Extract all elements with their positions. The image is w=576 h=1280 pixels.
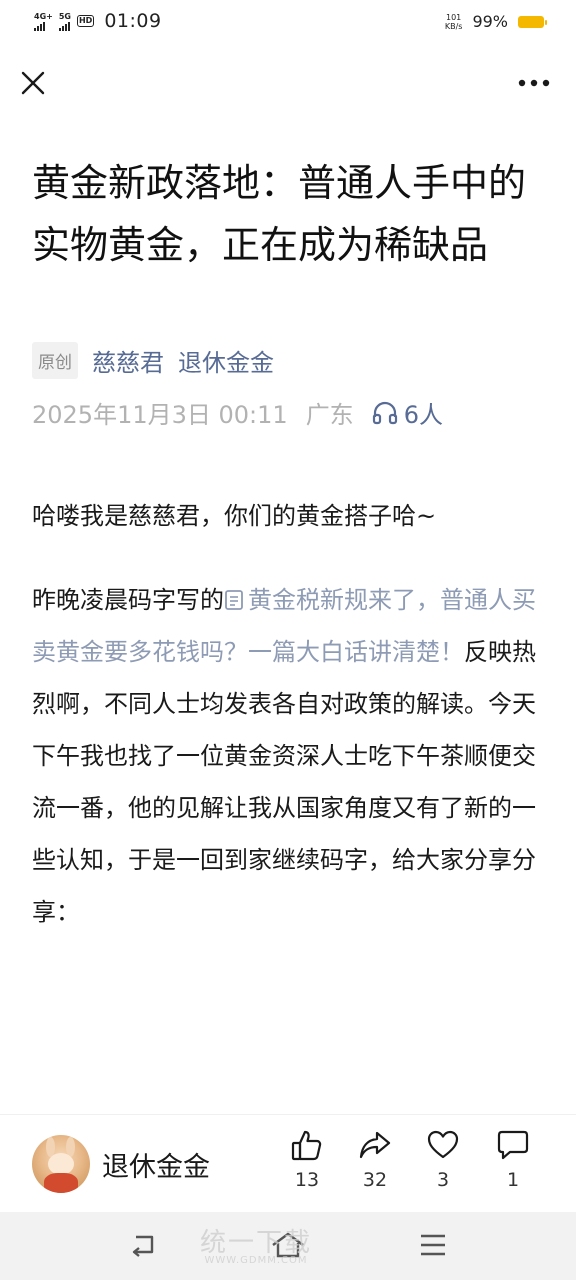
original-tag: 原创	[32, 342, 78, 379]
menu-icon	[421, 1234, 445, 1256]
share-arrow-icon	[359, 1131, 391, 1159]
nav-menu-button[interactable]	[418, 1230, 448, 1264]
speed-value: 101	[445, 12, 462, 22]
article-meta: 原创 慈慈君 退休金金	[32, 342, 274, 379]
listen-button[interactable]: 6人	[372, 395, 443, 430]
signal-bars-icon	[34, 21, 45, 31]
author-link[interactable]: 慈慈君	[92, 343, 164, 378]
comment-icon	[497, 1130, 529, 1160]
network-label-2: 5G	[58, 11, 71, 21]
hd-voice-icon: HD	[76, 15, 95, 27]
signal-5g: 5G	[58, 11, 71, 31]
article-body: 哈喽我是慈慈君，你们的黄金搭子哈~ 昨晚凌晨码字写的 黄金税新规来了，普通人买卖黄…	[32, 490, 548, 938]
speed-unit: KB/s	[444, 21, 463, 31]
more-options-button[interactable]	[516, 70, 552, 96]
headphones-icon	[372, 401, 397, 424]
paragraph-2-lead: 昨晚凌晨码字写的	[32, 586, 224, 614]
share-count: 32	[362, 1169, 388, 1191]
account-link[interactable]: 退休金金	[178, 343, 274, 378]
nav-back-button[interactable]	[128, 1230, 158, 1264]
status-bar: 4G+ 5G HD 01:09 101 KB/s 99%	[0, 0, 576, 46]
battery-percent: 99%	[472, 12, 508, 31]
close-button[interactable]	[16, 66, 50, 100]
listener-count: 6人	[403, 401, 443, 429]
network-speed: 101 KB/s	[445, 13, 463, 31]
comment-count: 1	[506, 1169, 520, 1191]
network-label: 4G+	[34, 11, 53, 21]
like-button[interactable]: 13	[277, 1129, 337, 1191]
paragraph-1: 哈喽我是慈慈君，你们的黄金搭子哈~	[32, 502, 437, 530]
thumbs-up-icon	[291, 1130, 322, 1161]
watermark-sub: WWW.GDMM.COM	[204, 1255, 308, 1266]
comment-button[interactable]: 1	[483, 1129, 543, 1191]
publish-location: 广东	[305, 401, 354, 429]
paragraph-2: 昨晚凌晨码字写的 黄金税新规来了，普通人买卖黄金要多花钱吗？一篇大白话讲清楚！反映…	[32, 574, 548, 938]
close-icon	[21, 71, 45, 95]
favorite-button[interactable]: 3	[413, 1129, 473, 1191]
document-icon	[225, 590, 243, 610]
article-date-row: 2025年11月3日 00:11 广东 6人	[32, 395, 443, 430]
heart-icon	[427, 1130, 459, 1159]
battery-icon	[518, 15, 547, 28]
favorite-count: 3	[436, 1169, 450, 1191]
status-time: 01:09	[104, 10, 162, 32]
signal-bars-icon	[58, 21, 70, 31]
watermark: 统一下载 WWW.GDMM.COM	[200, 1222, 312, 1266]
article-title: 黄金新政落地：普通人手中的实物黄金，正在成为稀缺品	[32, 161, 527, 267]
share-button[interactable]: 32	[345, 1129, 405, 1191]
avatar[interactable]	[32, 1135, 90, 1193]
account-name[interactable]: 退休金金	[102, 1145, 210, 1184]
publish-date: 2025年11月3日 00:11	[32, 401, 288, 429]
more-horizontal-icon	[518, 79, 550, 87]
watermark-main: 统一下载	[200, 1228, 313, 1258]
back-icon	[132, 1235, 154, 1257]
signal-4g: 4G+	[34, 12, 53, 31]
paragraph-2-rest: 反映热烈啊，不同人士均发表各自对政策的解读。今天下午我也找了一位黄金资深人士吃下…	[32, 638, 536, 926]
bottom-action-bar: 退休金金 13 32 3 1	[0, 1114, 576, 1213]
like-count: 13	[294, 1169, 320, 1191]
